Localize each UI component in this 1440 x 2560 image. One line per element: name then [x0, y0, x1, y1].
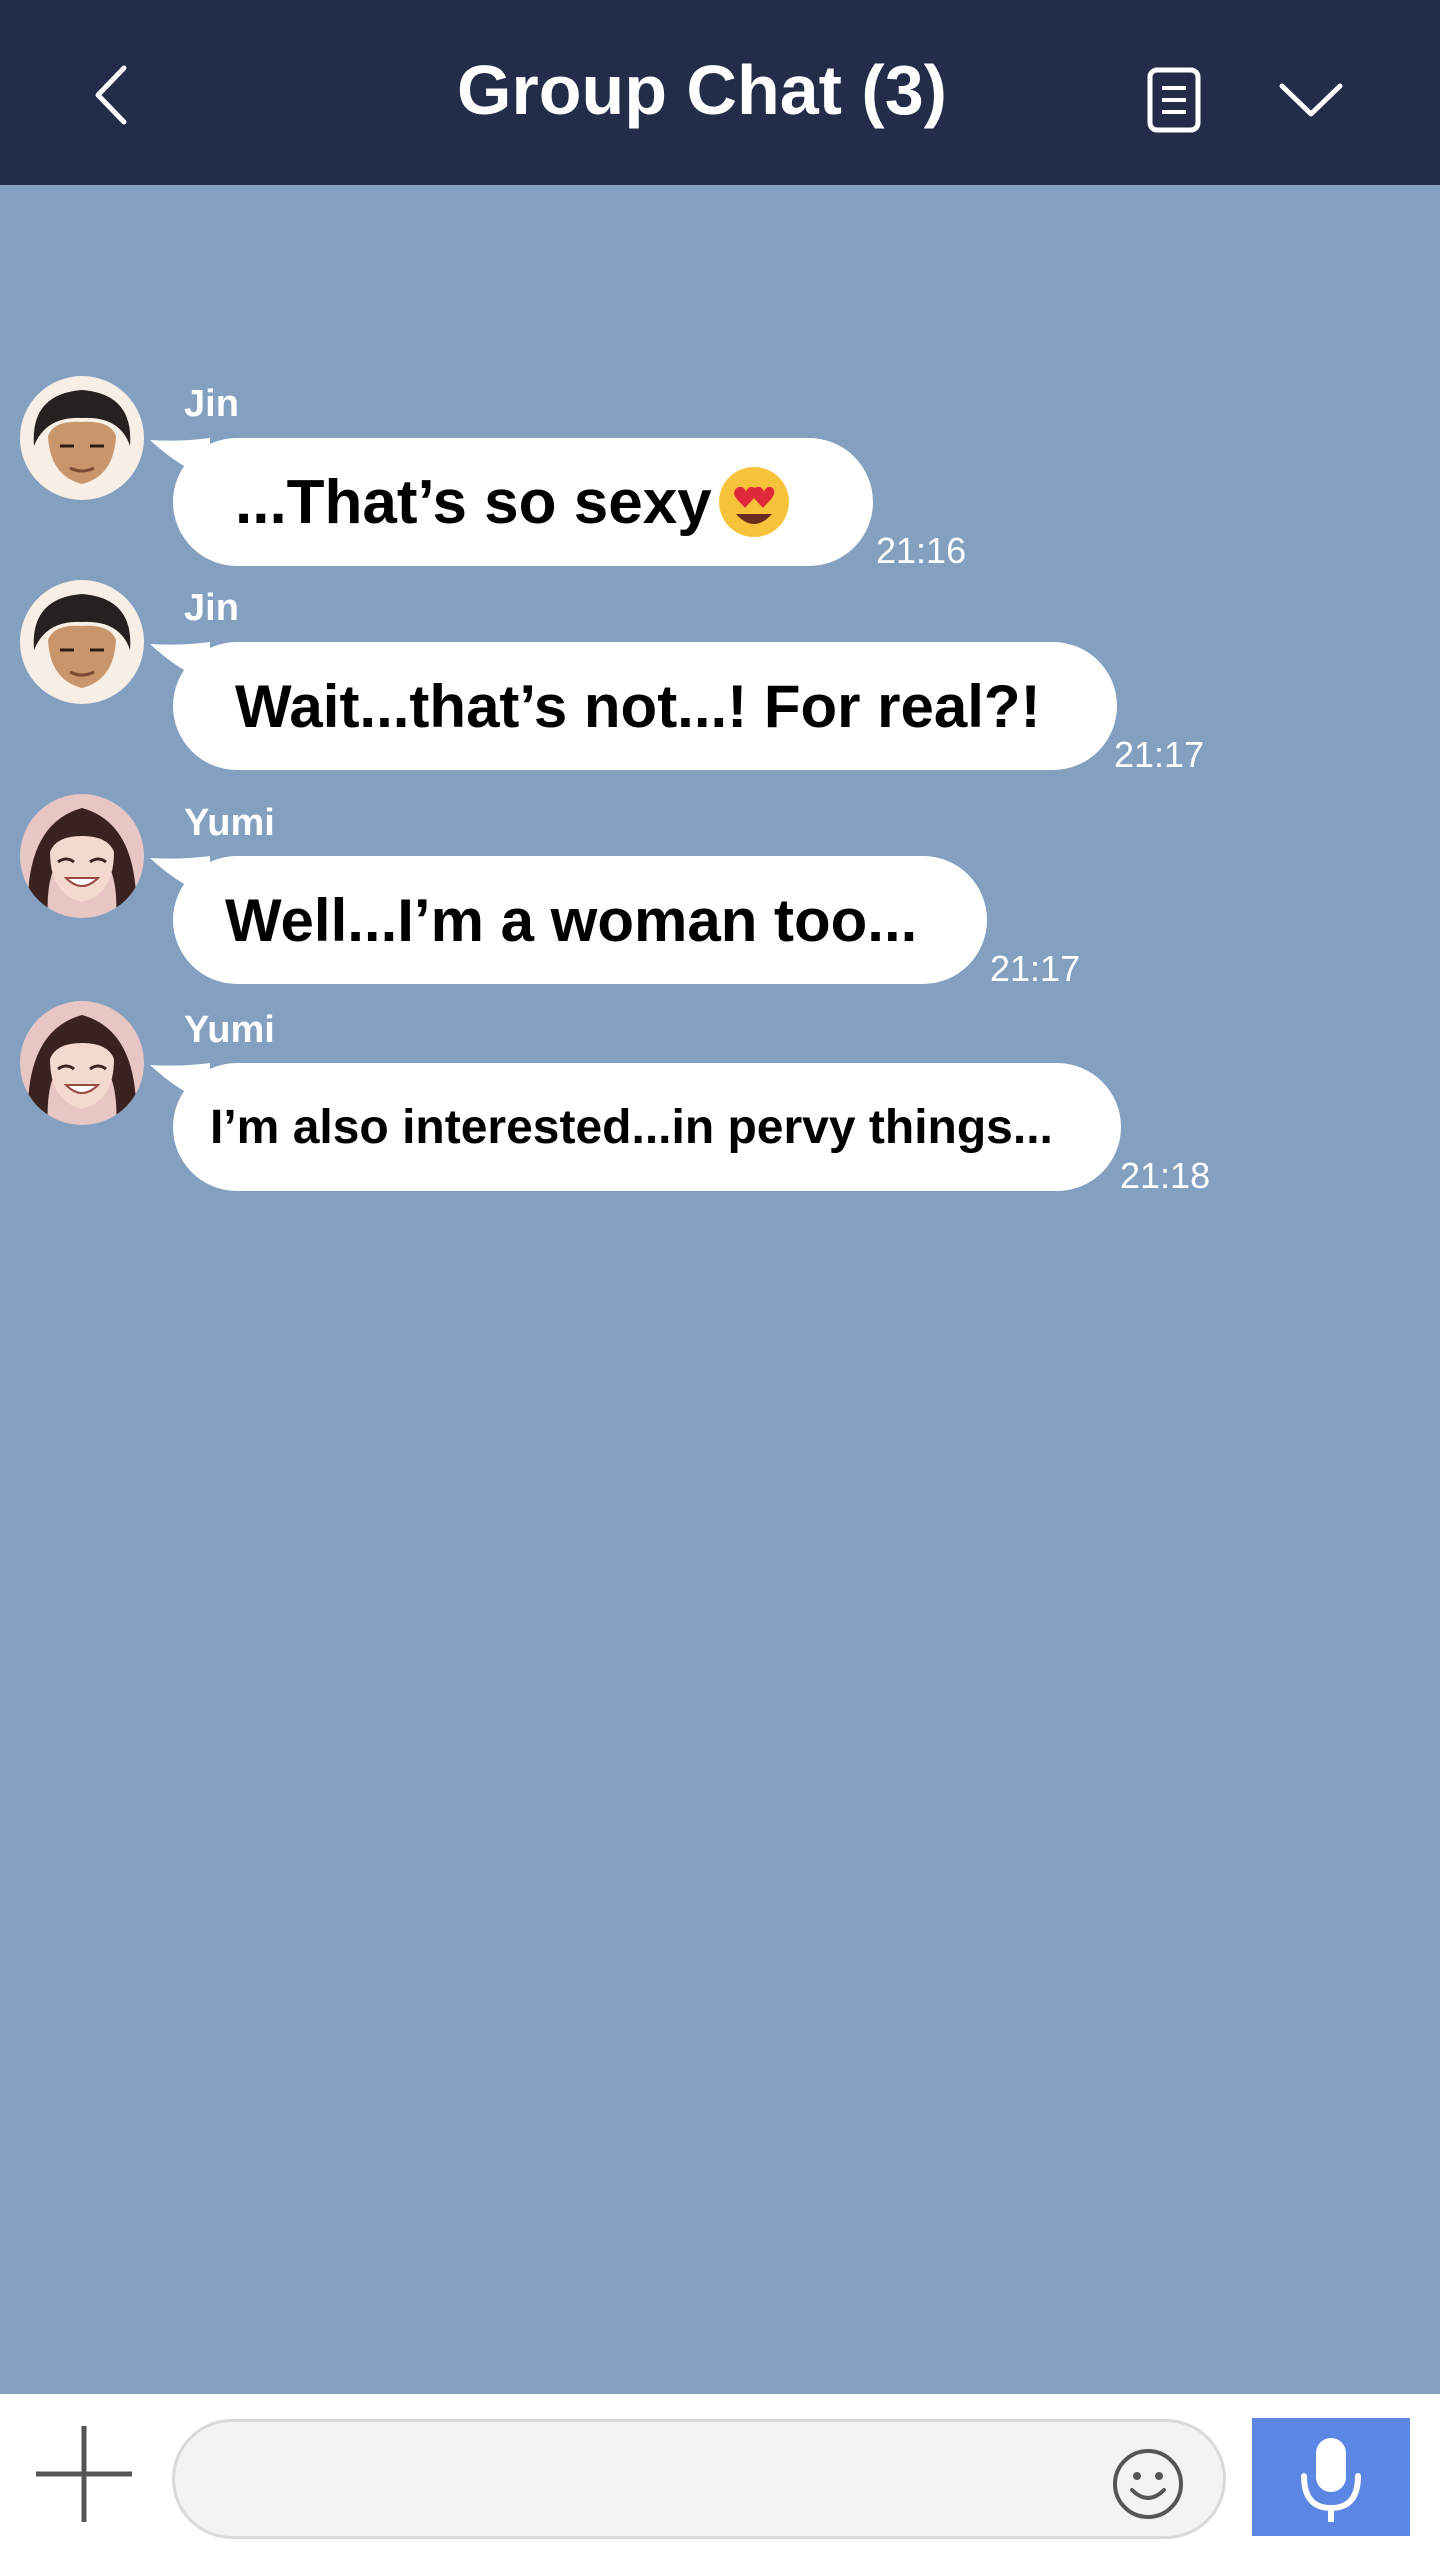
avatar-yumi[interactable] [20, 794, 144, 918]
message-bubble[interactable]: ...That’s so sexy [173, 438, 873, 566]
message-time: 21:17 [1114, 734, 1205, 775]
message-bubble[interactable]: Wait...that’s not...! For real?! [173, 642, 1117, 770]
sender-name: Yumi [184, 1009, 275, 1051]
message-text: ...That’s so sexy [235, 467, 712, 537]
message-bubble[interactable]: I’m also interested...in pervy things... [173, 1063, 1121, 1191]
sender-name: Jin [184, 587, 239, 629]
message-time: 21:17 [990, 948, 1081, 989]
message-text: Wait...that’s not...! For real?! [235, 672, 1041, 740]
smiley-icon[interactable] [1110, 2446, 1186, 2522]
heart-eyes-emoji-icon [718, 467, 789, 537]
message-bubble[interactable]: Well...I’m a woman too... [173, 856, 987, 984]
sender-name: Yumi [184, 802, 275, 844]
chat-header: Group Chat (3) [0, 0, 1440, 185]
avatar-yumi[interactable] [20, 1001, 144, 1125]
microphone-icon [1301, 2438, 1361, 2522]
composer-bar [0, 2394, 1440, 2560]
plus-icon[interactable] [34, 2424, 134, 2524]
microphone-button[interactable] [1252, 2418, 1410, 2536]
message-input[interactable] [215, 2442, 1099, 2520]
avatar-jin[interactable] [20, 580, 144, 704]
chevron-down-icon[interactable] [1276, 70, 1346, 130]
avatar-jin[interactable] [20, 376, 144, 500]
message-text: Well...I’m a woman too... [225, 886, 918, 954]
message-input-container [172, 2419, 1226, 2539]
sender-name: Jin [184, 383, 239, 425]
notes-icon[interactable] [1138, 64, 1210, 136]
message-time: 21:18 [1120, 1155, 1211, 1196]
message-text: I’m also interested...in pervy things... [210, 1100, 1053, 1154]
message-time: 21:16 [876, 530, 967, 571]
